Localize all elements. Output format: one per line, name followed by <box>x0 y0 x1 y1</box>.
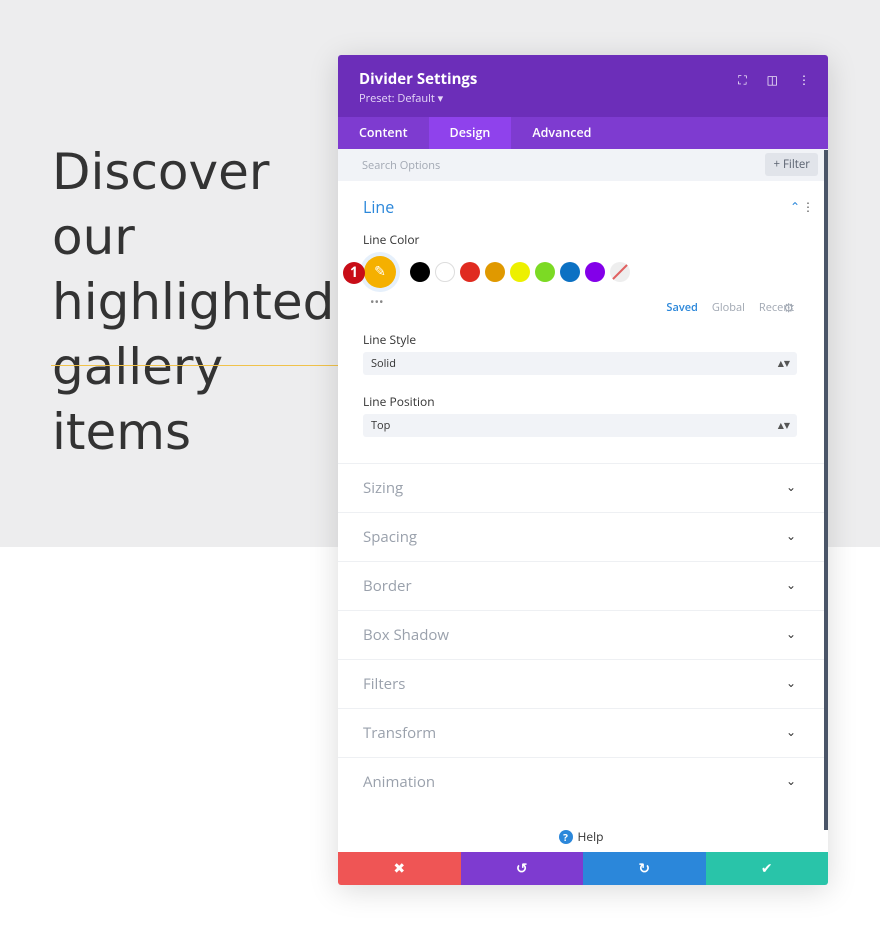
tab-advanced[interactable]: Advanced <box>511 117 612 149</box>
section-more-icon[interactable]: ⋮ <box>802 198 814 215</box>
settings-group-spacing[interactable]: Spacing ⌄ <box>338 512 824 562</box>
clear-color-swatch[interactable] <box>610 262 630 282</box>
divider-settings-panel: Divider Settings Preset: Default ▾ ⛶ ◫ ⋮… <box>338 55 828 885</box>
line-position-value: Top <box>371 418 391 433</box>
select-arrows-icon: ▲▼ <box>777 358 790 369</box>
step-badge: 1 <box>343 262 365 284</box>
eyedropper-icon: ✎ <box>374 262 386 281</box>
tab-design[interactable]: Design <box>428 117 512 149</box>
help-link[interactable]: ? Help <box>338 828 824 845</box>
search-placeholder: Search Options <box>362 158 441 173</box>
fullscreen-icon[interactable]: ⛶ <box>738 71 746 88</box>
chevron-down-icon: ⌄ <box>785 723 796 740</box>
panel-header: Divider Settings Preset: Default ▾ ⛶ ◫ ⋮ <box>338 55 828 117</box>
color-swatch[interactable] <box>560 262 580 282</box>
filter-button[interactable]: + Filter <box>765 153 818 176</box>
more-colors-icon[interactable]: ••• <box>370 293 384 310</box>
chevron-down-icon: ⌄ <box>785 772 796 789</box>
eyedropper-color-picker[interactable]: ✎ <box>364 256 396 288</box>
gear-icon[interactable]: ⚙ <box>783 299 794 316</box>
settings-group-transform[interactable]: Transform ⌄ <box>338 708 824 758</box>
color-swatch[interactable] <box>585 262 605 282</box>
group-label: Spacing <box>363 527 418 547</box>
split-view-icon[interactable]: ◫ <box>767 71 778 88</box>
color-swatch[interactable] <box>535 262 555 282</box>
redo-button[interactable]: ↻ <box>583 852 706 885</box>
search-options-input[interactable]: Search Options + Filter <box>338 149 828 181</box>
group-label: Sizing <box>363 478 404 498</box>
line-section-title[interactable]: Line <box>363 196 394 218</box>
settings-group-sizing[interactable]: Sizing ⌄ <box>338 463 824 513</box>
save-button[interactable]: ✔ <box>705 852 828 885</box>
line-color-label: Line Color <box>363 231 420 248</box>
chevron-down-icon: ⌄ <box>785 527 796 544</box>
chevron-down-icon: ⌄ <box>785 576 796 593</box>
chevron-down-icon: ⌄ <box>785 674 796 691</box>
help-label: Help <box>577 828 604 845</box>
group-label: Box Shadow <box>363 625 450 645</box>
chevron-down-icon: ⌄ <box>785 625 796 642</box>
chevron-down-icon: ⌄ <box>785 478 796 495</box>
line-style-value: Solid <box>371 356 396 371</box>
line-style-select[interactable]: Solid ▲▼ <box>363 352 797 375</box>
page-heading: Discover our highlighted gallery items <box>52 143 335 461</box>
divider-line <box>51 365 341 366</box>
palette-tab-global[interactable]: Global <box>712 300 745 315</box>
preset-dropdown[interactable]: Preset: Default ▾ <box>359 91 443 106</box>
line-position-label: Line Position <box>363 393 435 410</box>
settings-group-box-shadow[interactable]: Box Shadow ⌄ <box>338 610 824 660</box>
more-options-icon[interactable]: ⋮ <box>798 71 810 88</box>
color-swatch[interactable] <box>435 262 455 282</box>
help-icon: ? <box>558 830 573 844</box>
line-position-select[interactable]: Top ▲▼ <box>363 414 797 437</box>
color-swatch[interactable] <box>510 262 530 282</box>
settings-group-animation[interactable]: Animation ⌄ <box>338 757 824 807</box>
color-swatch[interactable] <box>485 262 505 282</box>
line-style-label: Line Style <box>363 331 417 348</box>
palette-tab-saved[interactable]: Saved <box>666 300 698 315</box>
select-arrows-icon: ▲▼ <box>777 420 790 431</box>
color-swatch[interactable] <box>410 262 430 282</box>
undo-button[interactable]: ↺ <box>460 852 583 885</box>
tab-content[interactable]: Content <box>338 117 429 149</box>
cancel-button[interactable]: ✖ <box>338 852 461 885</box>
settings-group-filters[interactable]: Filters ⌄ <box>338 659 824 709</box>
settings-group-border[interactable]: Border ⌄ <box>338 561 824 611</box>
panel-title: Divider Settings <box>359 69 478 89</box>
chevron-up-icon[interactable]: ⌃ <box>790 198 800 215</box>
group-label: Filters <box>363 674 406 694</box>
color-swatch[interactable] <box>460 262 480 282</box>
scrollbar[interactable] <box>824 150 828 830</box>
tab-bar: Content Design Advanced <box>338 117 828 149</box>
group-label: Animation <box>363 772 436 792</box>
group-label: Transform <box>363 723 437 743</box>
group-label: Border <box>363 576 412 596</box>
